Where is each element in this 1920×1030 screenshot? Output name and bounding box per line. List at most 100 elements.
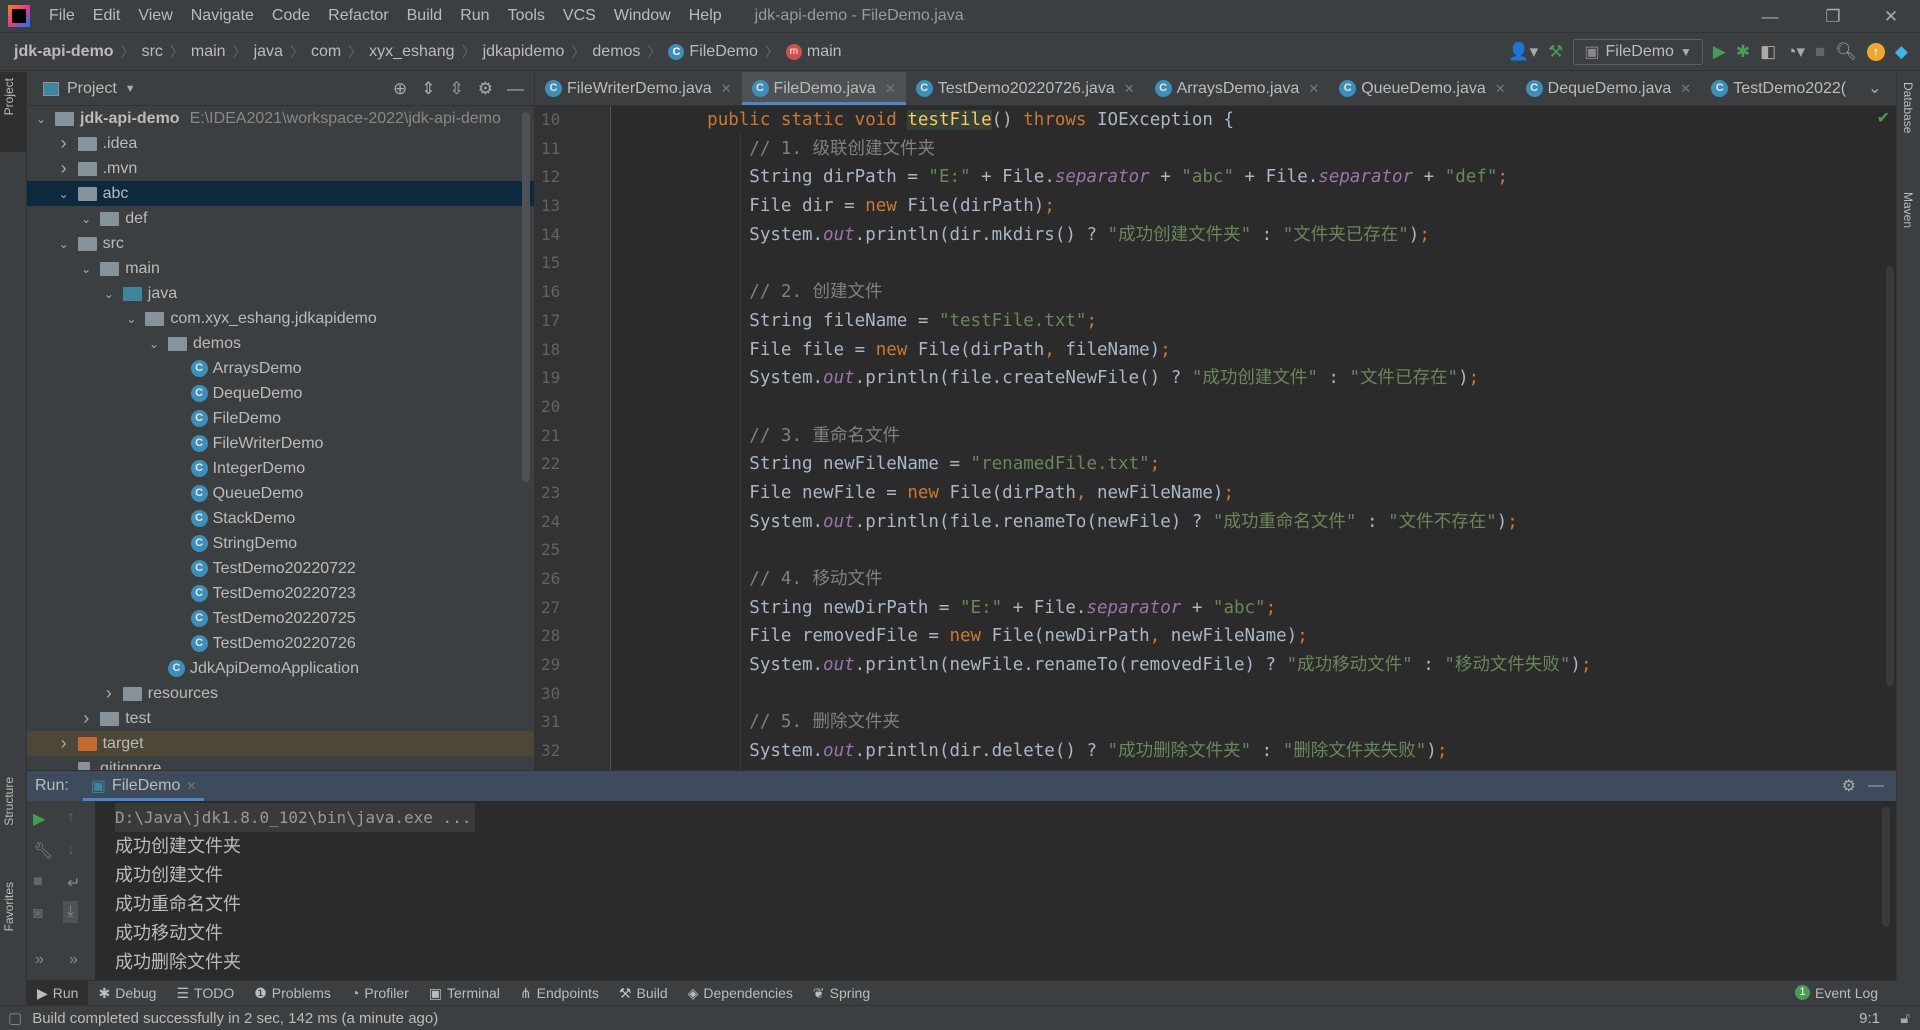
code-line[interactable]: File dir = new File(dirPath); <box>665 192 1592 221</box>
chevron-right-icon[interactable]: › <box>101 683 117 704</box>
breadcrumb-src[interactable]: src <box>142 43 163 61</box>
close-tab-icon[interactable]: ✕ <box>186 779 196 793</box>
project-tool-tab[interactable]: Project <box>2 78 16 115</box>
close-tab-icon[interactable]: ✕ <box>721 81 732 97</box>
code-line[interactable]: String dirPath = "E:" + File.separator +… <box>665 163 1592 192</box>
close-tab-icon[interactable]: ✕ <box>1124 81 1135 97</box>
breadcrumb-demos[interactable]: demos <box>592 43 640 61</box>
collapse-all-icon[interactable]: ⇳ <box>450 79 464 99</box>
chevron-down-icon[interactable]: ⌄ <box>56 187 72 201</box>
tool-button-dependencies[interactable]: ◈ Dependencies <box>678 981 803 1006</box>
code-line[interactable]: System.out.println(dir.delete() ? "成功删除文… <box>665 737 1592 766</box>
code-line[interactable]: // 4. 移动文件 <box>665 565 1592 594</box>
code-line[interactable]: File file = new File(dirPath, fileName); <box>665 336 1592 365</box>
run-tab-filedemo[interactable]: ▣ FileDemo ✕ <box>82 771 205 801</box>
tree-scrollbar[interactable] <box>522 112 530 482</box>
tree-item[interactable]: C QueueDemo <box>27 481 534 506</box>
close-tab-icon[interactable]: ✕ <box>1680 81 1691 97</box>
maven-tool-tab[interactable]: Maven <box>1901 192 1915 228</box>
chevron-down-icon[interactable]: ⌄ <box>78 212 94 226</box>
tool-button-terminal[interactable]: ▣ Terminal <box>419 981 510 1006</box>
rerun-icon[interactable]: ▶ <box>33 809 45 829</box>
breadcrumb-xyx-eshang[interactable]: xyx_eshang <box>369 43 454 61</box>
code-line[interactable]: public static void testFile() throws IOE… <box>665 106 1592 135</box>
lock-icon[interactable]: 🔓︎ <box>1900 1010 1910 1027</box>
tree-item[interactable]: C FileDemo <box>27 406 534 431</box>
locate-icon[interactable]: ⊕ <box>393 79 407 99</box>
camera-icon[interactable]: ◙ <box>33 905 43 923</box>
code-line[interactable]: // 2. 创建文件 <box>665 278 1592 307</box>
tree-item[interactable]: ⌄ com.xyx_eshang.jdkapidemo <box>27 306 534 331</box>
tree-item[interactable]: C TestDemo20220723 <box>27 581 534 606</box>
tree-item[interactable]: C TestDemo20220722 <box>27 556 534 581</box>
tree-item[interactable]: › .mvn <box>27 156 534 181</box>
chevron-down-icon[interactable]: ⌄ <box>123 312 139 326</box>
stop-icon[interactable]: ■ <box>33 873 43 891</box>
tree-item[interactable]: ⌄ java <box>27 281 534 306</box>
code-line[interactable]: System.out.println(file.renameTo(newFile… <box>665 508 1592 537</box>
code-line[interactable]: String fileName = "testFile.txt"; <box>665 307 1592 336</box>
menu-view[interactable]: View <box>129 7 181 25</box>
update-icon[interactable]: ↑ <box>1866 43 1885 61</box>
code-line[interactable]: // 3. 重命名文件 <box>665 422 1592 451</box>
menu-refactor[interactable]: Refactor <box>319 7 397 25</box>
breadcrumb-com[interactable]: com <box>311 43 341 61</box>
hide-icon[interactable]: — <box>507 79 524 99</box>
hide-icon[interactable]: — <box>1868 777 1884 795</box>
event-log-button[interactable]: 1 Event Log <box>1795 980 1878 1005</box>
chevron-down-icon[interactable]: ⌄ <box>146 337 162 351</box>
database-tool-tab[interactable]: Database <box>1901 82 1915 133</box>
tool-button-spring[interactable]: ❦ Spring <box>803 981 880 1006</box>
tree-item[interactable]: › .idea <box>27 131 534 156</box>
menu-navigate[interactable]: Navigate <box>182 7 263 25</box>
code-line[interactable]: // 1. 级联创建文件夹 <box>665 135 1592 164</box>
code-line[interactable]: String newDirPath = "E:" + File.separato… <box>665 594 1592 623</box>
tool-button-debug[interactable]: ✱ Debug <box>88 981 166 1006</box>
menu-file[interactable]: File <box>40 7 84 25</box>
tree-item[interactable]: ⌄ jdk-api-demo E:\IDEA2021\workspace-2022\… <box>27 106 534 131</box>
more-icon-2[interactable]: » <box>69 951 78 969</box>
chevron-down-icon[interactable]: ⌄ <box>78 262 94 276</box>
editor-tab[interactable]: C ArraysDemo.java ✕ <box>1145 72 1330 105</box>
code-line[interactable]: String newFileName = "renamedFile.txt"; <box>665 450 1592 479</box>
tool-window-toggle-icon[interactable]: ▢ <box>8 1009 22 1027</box>
chevron-right-icon[interactable]: › <box>56 158 72 179</box>
more-icon[interactable]: » <box>35 951 44 969</box>
search-icon[interactable]: 🔍︎ <box>1835 42 1857 62</box>
menu-tools[interactable]: Tools <box>499 7 554 25</box>
tool-button-profiler[interactable]: ◔ Profiler <box>341 981 419 1006</box>
favorites-tool-tab[interactable]: Favorites <box>2 882 16 931</box>
tree-item[interactable]: C StackDemo <box>27 506 534 531</box>
tree-item[interactable]: ⌄ main <box>27 256 534 281</box>
editor-tab[interactable]: C TestDemo2022( <box>1701 72 1856 105</box>
close-tab-icon[interactable]: ✕ <box>885 81 896 97</box>
soft-wrap-icon[interactable]: ↵ <box>67 873 80 893</box>
editor-tab[interactable]: C DequeDemo.java ✕ <box>1516 72 1702 105</box>
debug-icon[interactable]: ✱ <box>1736 42 1750 62</box>
tree-item[interactable]: ⌄ src <box>27 231 534 256</box>
tree-item[interactable]: ⌄ abc <box>27 181 534 206</box>
chevron-down-icon[interactable]: ▼ <box>125 83 136 95</box>
tree-item[interactable]: C TestDemo20220726 <box>27 631 534 656</box>
stop-icon[interactable]: ■ <box>1815 42 1825 62</box>
chevron-right-icon[interactable]: › <box>78 708 94 729</box>
editor-scrollbar[interactable] <box>1886 266 1894 686</box>
menu-build[interactable]: Build <box>398 7 452 25</box>
run-icon[interactable]: ▶ <box>1713 42 1726 62</box>
breadcrumb-filedemo[interactable]: C FileDemo <box>668 43 758 61</box>
tool-button-endpoints[interactable]: ⋔ Endpoints <box>510 981 609 1006</box>
code-line[interactable]: File newFile = new File(dirPath, newFile… <box>665 479 1592 508</box>
restore-button[interactable]: ❐ <box>1808 0 1858 33</box>
tree-item[interactable]: C TestDemo20220725 <box>27 606 534 631</box>
tree-item[interactable]: C JdkApiDemoApplication <box>27 656 534 681</box>
breadcrumb-method-main[interactable]: m main <box>785 43 842 61</box>
code-line[interactable]: File removedFile = new File(newDirPath, … <box>665 622 1592 651</box>
tool-button-problems[interactable]: ❶ Problems <box>244 981 341 1006</box>
user-icon[interactable]: 👤▾ <box>1508 42 1538 62</box>
breadcrumb-main[interactable]: main <box>191 43 226 61</box>
chevron-right-icon[interactable]: › <box>56 733 72 754</box>
breadcrumb-project[interactable]: jdk-api-demo <box>14 43 114 61</box>
project-view-select[interactable]: Project <box>67 80 117 98</box>
code-line[interactable]: // 5. 删除文件夹 <box>665 708 1592 737</box>
menu-vcs[interactable]: VCS <box>554 7 605 25</box>
